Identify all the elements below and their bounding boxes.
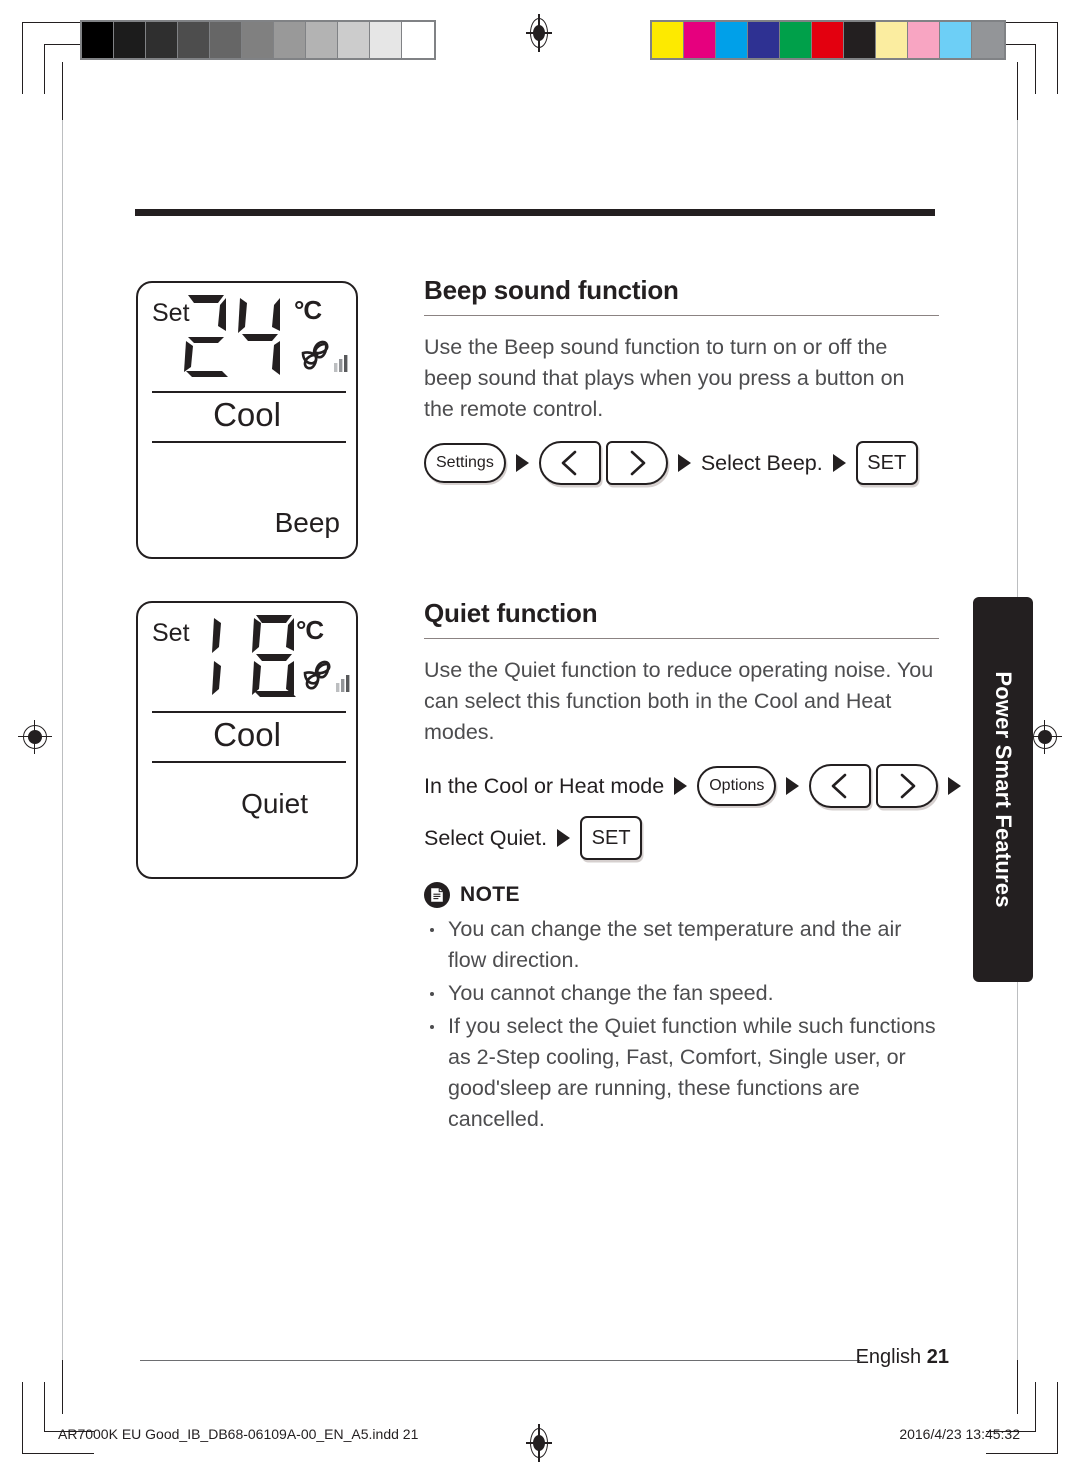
step-lead-text: In the Cool or Heat mode — [424, 773, 665, 798]
note-list-item: You can change the set temperature and t… — [424, 914, 939, 976]
section-body-beep: Use the Beep sound function to turn on o… — [424, 335, 905, 422]
arrow-separator-icon — [674, 777, 688, 796]
section-quiet-function: Quiet function Use the Quiet function to… — [424, 598, 962, 1137]
lcd-display-quiet: Set °C Cool Quiet — [136, 601, 358, 879]
section-title-beep: Beep sound function — [424, 275, 679, 305]
lcd-temperature-quiet — [194, 613, 302, 699]
lcd-divider — [152, 711, 346, 713]
seven-segment-digit — [234, 293, 286, 379]
next-button[interactable] — [605, 441, 668, 486]
lcd-divider — [152, 761, 346, 763]
section-title-quiet: Quiet function — [424, 598, 598, 628]
document-icon — [424, 882, 450, 909]
note-header: NOTE — [424, 882, 939, 909]
note-list: You can change the set temperature and t… — [424, 914, 939, 1135]
section-body-quiet: Use the Quiet function to reduce operati… — [424, 658, 934, 745]
print-timestamp: 2016/4/23 13:45:32 — [899, 1426, 1020, 1442]
lcd-mode-label: Cool — [213, 396, 281, 433]
arrow-separator-icon — [786, 777, 800, 796]
section-underline — [424, 315, 939, 317]
set-button[interactable]: SET — [580, 816, 643, 861]
arrow-separator-icon — [832, 454, 846, 473]
arrow-separator-icon — [515, 454, 529, 473]
section-tab-label: Power Smart Features — [991, 671, 1016, 908]
note-title: NOTE — [460, 883, 520, 907]
footer-rule — [140, 1360, 860, 1362]
print-filename: AR7000K EU Good_IB_DB68-06109A-00_EN_A5.… — [58, 1426, 419, 1442]
settings-button[interactable]: Settings — [424, 443, 506, 484]
lcd-divider — [152, 441, 346, 443]
arrow-separator-icon — [948, 777, 962, 796]
lcd-temperature-beep — [180, 293, 288, 379]
section-tab-power-smart-features: Power Smart Features — [973, 597, 1033, 982]
lcd-status-quiet: Quiet — [241, 788, 308, 819]
lcd-temperature-unit: °C — [294, 295, 322, 325]
arrow-separator-icon — [677, 454, 691, 473]
footer-language-label: English — [855, 1346, 922, 1368]
note-list-item: If you select the Quiet function while s… — [424, 1011, 939, 1135]
steps-quiet: In the Cool or Heat mode Options Select … — [424, 764, 962, 861]
footer-page-number: 21 — [926, 1346, 949, 1368]
lcd-status-beep: Beep — [274, 507, 340, 538]
step-select-quiet-text: Select Quiet. — [424, 825, 548, 850]
lcd-set-label: Set — [152, 619, 190, 647]
section-beep-sound-function: Beep sound function Use the Beep sound f… — [424, 275, 939, 486]
note-list-item: You cannot change the fan speed. — [424, 978, 939, 1009]
steps-beep: Settings Select Beep. SET — [424, 441, 939, 486]
page-header-rule — [135, 209, 935, 216]
fan-icon — [292, 333, 352, 379]
manual-page: Set °C Cool Beep Set °C Cool Quiet Beep … — [0, 0, 1080, 1476]
seven-segment-digit — [248, 613, 300, 699]
lcd-divider — [152, 391, 346, 393]
seven-segment-digit — [194, 613, 246, 699]
step-select-beep-text: Select Beep. — [700, 450, 823, 475]
section-underline — [424, 638, 939, 640]
seven-segment-digit — [180, 293, 232, 379]
lcd-mode-label: Cool — [213, 716, 281, 753]
lcd-display-beep: Set °C Cool Beep — [136, 281, 358, 559]
footer-page-indicator: English 21 — [856, 1346, 949, 1369]
next-button[interactable] — [876, 764, 939, 809]
prev-button[interactable] — [809, 764, 872, 809]
lcd-temperature-unit: °C — [296, 615, 324, 645]
prev-button[interactable] — [538, 441, 601, 486]
arrow-separator-icon — [557, 829, 571, 848]
fan-icon — [294, 653, 354, 699]
options-button[interactable]: Options — [697, 766, 777, 807]
set-button[interactable]: SET — [855, 441, 918, 486]
